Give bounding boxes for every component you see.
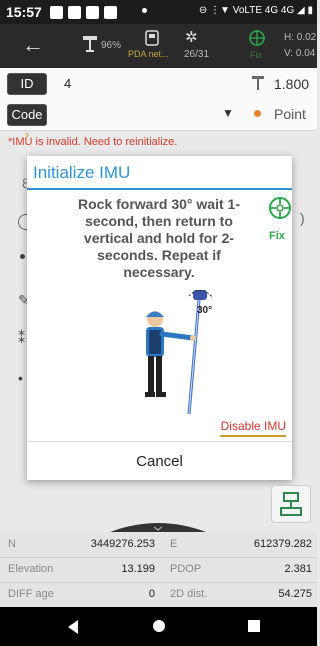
home-circle-icon[interactable] xyxy=(153,620,165,632)
imu-warning: *IMU is invalid. Need to reinitialize. xyxy=(8,136,178,148)
satellite-icon[interactable]: ✲ xyxy=(185,28,198,46)
back-arrow-icon[interactable]: ← xyxy=(22,32,44,58)
controller-icon[interactable] xyxy=(145,30,159,46)
battery-percent: 96% xyxy=(101,40,122,51)
row-label: 2D dist. xyxy=(170,588,208,600)
row-label: DIFF age xyxy=(8,588,54,600)
row-value: 0 xyxy=(148,588,155,600)
recents-square-icon[interactable] xyxy=(248,620,260,632)
antenna-icon[interactable] xyxy=(82,35,98,53)
row-value: 54.275 xyxy=(278,588,312,600)
status-bar: 15:57 ⊖ ⋮▼ VoLTE 4G 4G ◢ ▮ xyxy=(0,0,317,24)
row-label: E xyxy=(170,538,178,550)
back-triangle-icon[interactable] xyxy=(66,619,80,635)
tilt-angle-label: 30° xyxy=(197,305,213,316)
data-row: N 3449276.253 E 612379.282 xyxy=(0,532,317,558)
antenna-height-value[interactable]: 1.800 xyxy=(274,76,309,92)
row-label: PDOP xyxy=(170,563,202,575)
row-value: 612379.282 xyxy=(253,538,312,550)
stakeout-button[interactable] xyxy=(271,485,311,523)
notification-icon xyxy=(104,6,117,19)
fix-label: Fix xyxy=(269,230,285,242)
row-value: 2.381 xyxy=(284,563,312,575)
device-label: PDA net... xyxy=(128,49,169,59)
id-label: ID xyxy=(7,73,47,95)
code-label[interactable]: Code › xyxy=(7,104,47,142)
notification-icon xyxy=(50,6,63,19)
crosshair-icon xyxy=(269,197,291,219)
dot-icon xyxy=(142,8,147,13)
cancel-button[interactable]: Cancel xyxy=(27,442,292,480)
id-row: ID 4 1.800 xyxy=(0,68,317,100)
system-nav-bar xyxy=(0,607,317,646)
bg-item: ) xyxy=(300,210,305,226)
status-indicators: ⊖ ⋮▼ VoLTE 4G 4G ◢ ▮ xyxy=(198,5,313,16)
id-input[interactable]: 4 xyxy=(64,76,71,91)
app-bar: ← 96% PDA net... ✲ 26/31 Fix H: 0.02 V: … xyxy=(0,24,317,68)
code-row: Code › ▼ Point xyxy=(0,99,317,142)
title-divider xyxy=(27,188,292,190)
antenna-height-icon[interactable] xyxy=(251,75,265,91)
row-value: 13.199 xyxy=(121,563,155,575)
satellite-count: 26/31 xyxy=(184,49,210,60)
initialize-imu-dialog: Initialize IMU Rock forward 30° wait 1-s… xyxy=(27,156,292,480)
fix-status: Fix xyxy=(250,50,262,60)
point-type-label[interactable]: Point xyxy=(274,106,306,122)
data-row: Elevation 13.199 PDOP 2.381 xyxy=(0,557,317,583)
row-label: Elevation xyxy=(8,563,54,575)
bg-dot-icon xyxy=(20,254,25,259)
status-time: 15:57 xyxy=(6,4,42,20)
bg-node-icon: ⁑ xyxy=(18,330,25,346)
dialog-title: Initialize IMU xyxy=(33,163,131,182)
row-value: 3449276.253 xyxy=(90,538,155,550)
disable-imu-link[interactable]: Disable IMU xyxy=(221,419,286,433)
notification-icon xyxy=(68,6,81,19)
disable-imu-underline xyxy=(220,435,286,437)
stakeout-icon xyxy=(280,492,302,516)
row-label: N xyxy=(8,538,16,550)
notification-icon xyxy=(86,6,99,19)
collapse-handle-icon[interactable] xyxy=(110,518,206,532)
dialog-message: Rock forward 30° wait 1-second, then ret… xyxy=(78,196,240,280)
point-type-dot-icon xyxy=(254,110,261,117)
data-row: DIFF age 0 2D dist. 54.275 xyxy=(0,582,317,607)
code-dropdown-icon[interactable]: ▼ xyxy=(222,106,234,120)
h-precision: H: 0.02 xyxy=(284,32,317,43)
v-precision: V: 0.04 xyxy=(284,48,316,59)
crosshair-icon[interactable] xyxy=(248,29,266,47)
data-panel: N 3449276.253 E 612379.282 Elevation 13.… xyxy=(0,532,317,607)
bg-bullet-icon: • xyxy=(18,370,23,386)
